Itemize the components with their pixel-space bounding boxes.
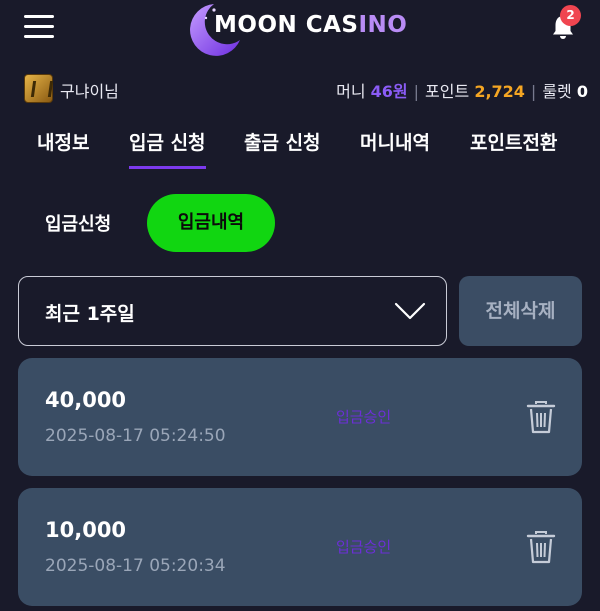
subtab-deposit-request[interactable]: 입금신청: [45, 210, 111, 236]
point-label: 포인트: [425, 82, 470, 101]
account-tabs: 내정보 입금 신청 출금 신청 머니내역 포인트전환: [0, 122, 600, 172]
user-level-avatar: [24, 74, 53, 103]
user-balance-stats: 머니 46원 | 포인트 2,724 | 룰렛 0: [336, 82, 588, 101]
tab-money-history[interactable]: 머니내역: [360, 128, 430, 155]
tab-deposit-request[interactable]: 입금 신청: [129, 128, 206, 169]
record-amount: 10,000: [45, 518, 127, 542]
record-datetime: 2025-08-17 05:20:34: [45, 556, 226, 576]
username: 구냐이님: [60, 82, 119, 101]
tab-my-info[interactable]: 내정보: [37, 128, 89, 155]
chevron-down-icon: [394, 302, 426, 320]
record-datetime: 2025-08-17 05:24:50: [45, 426, 226, 446]
period-select[interactable]: 최근 1주일: [18, 276, 447, 346]
money-value: 46원: [370, 82, 408, 101]
hamburger-menu-icon[interactable]: [24, 15, 54, 41]
notification-badge: 2: [560, 5, 581, 26]
delete-all-button[interactable]: 전체삭제: [459, 276, 582, 346]
moon-casino-logo[interactable]: MOON CASINO: [184, 0, 424, 60]
roulette-label: 룰렛: [542, 82, 572, 101]
tab-point-conversion[interactable]: 포인트전환: [470, 128, 557, 155]
point-value: 2,724: [474, 82, 525, 101]
period-select-value: 최근 1주일: [45, 303, 135, 325]
record-amount: 40,000: [45, 388, 127, 412]
user-info-bar: 구냐이님 머니 46원 | 포인트 2,724 | 룰렛 0: [0, 72, 600, 106]
roulette-value: 0: [576, 82, 588, 101]
top-header: MOON CASINO 2: [0, 0, 600, 62]
trash-icon[interactable]: [526, 400, 556, 434]
deposit-record: 10,000 2025-08-17 05:20:34 입금승인: [18, 488, 582, 606]
trash-icon[interactable]: [526, 530, 556, 564]
subtab-deposit-history[interactable]: 입금내역: [147, 194, 275, 252]
deposit-record: 40,000 2025-08-17 05:24:50 입금승인: [18, 358, 582, 476]
money-label: 머니: [336, 82, 366, 101]
record-status: 입금승인: [336, 408, 392, 426]
tab-withdraw-request[interactable]: 출금 신청: [244, 128, 321, 155]
logo-text: MOON CASINO: [214, 12, 408, 38]
record-status: 입금승인: [336, 538, 392, 556]
